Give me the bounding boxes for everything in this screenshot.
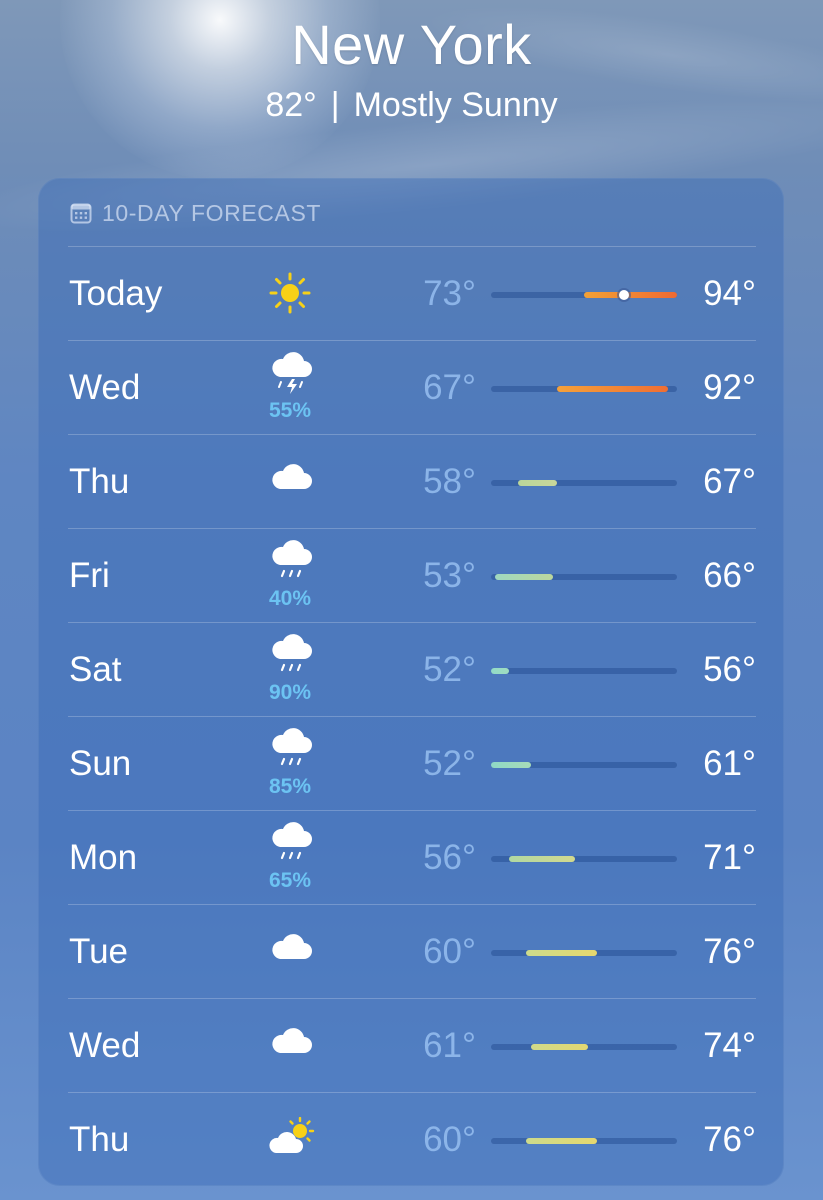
day-label: Mon — [69, 838, 138, 877]
precipitation-chance: 85% — [268, 775, 312, 798]
high-temperature: 76° — [703, 932, 756, 971]
low-temperature: 56° — [423, 838, 476, 877]
condition-icon-group — [260, 257, 320, 333]
precipitation-chance: 65% — [268, 869, 312, 892]
condition-icon-group — [260, 1009, 320, 1085]
day-label: Sat — [69, 650, 122, 689]
forecast-row[interactable]: Fri 40% 53° 66° — [38, 529, 784, 623]
forecast-row[interactable]: Today 73° 94° — [38, 247, 784, 341]
forecast-row[interactable]: Wed 61° 74° — [38, 999, 784, 1093]
condition-icon-group: 40% — [260, 539, 320, 615]
forecast-list: Today 73° 94° Wed 55% 67° 92° Thu 58° 67° Fri 40% 53… — [38, 247, 784, 1187]
current-conditions: 82° | Mostly Sunny — [0, 86, 823, 125]
low-temperature: 53° — [423, 556, 476, 595]
day-label: Thu — [69, 1120, 130, 1159]
temperature-range-fill — [526, 1138, 598, 1144]
forecast-row[interactable]: Sat 90% 52° 56° — [38, 623, 784, 717]
day-label: Wed — [69, 368, 141, 407]
high-temperature: 67° — [703, 462, 756, 501]
temperature-range-fill — [508, 856, 576, 862]
day-label: Fri — [69, 556, 110, 595]
condition-icon-group: 65% — [260, 821, 320, 897]
temperature-range-bar — [491, 386, 677, 392]
condition-icon-group — [260, 1103, 320, 1179]
current-temperature-marker — [618, 290, 629, 300]
temperature-range-bar — [491, 950, 677, 956]
low-temperature: 73° — [423, 274, 476, 313]
day-label: Today — [69, 274, 163, 313]
temperature-range-bar — [491, 668, 677, 674]
precipitation-chance: 55% — [268, 399, 312, 422]
temperature-range-bar — [491, 574, 677, 580]
high-temperature: 74° — [703, 1026, 756, 1065]
condition-icon-group — [260, 445, 320, 521]
temperature-range-fill — [491, 668, 509, 674]
temperature-range-fill — [526, 950, 598, 956]
condition-icon-group: 55% — [260, 351, 320, 427]
temperature-range-fill — [517, 480, 558, 486]
city-name: New York — [291, 13, 532, 76]
condition-text: Mostly Sunny — [353, 86, 558, 124]
forecast-row[interactable]: Mon 65% 56° 71° — [38, 811, 784, 905]
condition-icon-group: 90% — [260, 633, 320, 709]
forecast-row[interactable]: Tue 60° 76° — [38, 905, 784, 999]
high-temperature: 61° — [703, 744, 756, 783]
forecast-row[interactable]: Thu 60° 76° — [38, 1093, 784, 1187]
temperature-range-fill — [530, 1044, 589, 1050]
day-label: Sun — [69, 744, 132, 783]
high-temperature: 94° — [703, 274, 756, 313]
forecast-header: 10-DAY FORECAST — [70, 200, 321, 226]
low-temperature: 67° — [423, 368, 476, 407]
temperature-range-fill — [491, 762, 531, 768]
low-temperature: 61° — [423, 1026, 476, 1065]
calendar-icon — [70, 203, 92, 224]
precipitation-chance: 90% — [268, 681, 312, 704]
low-temperature: 52° — [423, 650, 476, 689]
high-temperature: 92° — [703, 368, 756, 407]
temperature-range-fill — [557, 386, 669, 392]
current-temperature: 82° — [265, 86, 317, 124]
precipitation-chance: 40% — [268, 587, 312, 610]
condition-icon-group — [260, 915, 320, 991]
high-temperature: 66° — [703, 556, 756, 595]
day-label: Wed — [69, 1026, 141, 1065]
temperature-range-bar — [491, 290, 677, 300]
high-temperature: 56° — [703, 650, 756, 689]
low-temperature: 60° — [423, 1120, 476, 1159]
temperature-range-fill — [495, 574, 553, 580]
forecast-row[interactable]: Wed 55% 67° 92° — [38, 341, 784, 435]
low-temperature: 60° — [423, 932, 476, 971]
condition-icon-group: 85% — [260, 727, 320, 803]
temperature-range-bar — [491, 762, 677, 768]
low-temperature: 52° — [423, 744, 476, 783]
temperature-range-bar — [491, 1044, 677, 1050]
ten-day-forecast-card[interactable]: 10-DAY FORECAST Today 73° 94° Wed 55% 67° 92° T… — [38, 178, 784, 1186]
day-label: Thu — [69, 462, 130, 501]
day-label: Tue — [69, 932, 129, 971]
forecast-row[interactable]: Sun 85% 52° 61° — [38, 717, 784, 811]
high-temperature: 76° — [703, 1120, 756, 1159]
low-temperature: 58° — [423, 462, 476, 501]
separator: | — [330, 86, 340, 124]
temperature-range-bar — [491, 1138, 677, 1144]
forecast-row[interactable]: Thu 58° 67° — [38, 435, 784, 529]
forecast-title: 10-DAY FORECAST — [102, 199, 322, 226]
temperature-range-bar — [491, 856, 677, 862]
high-temperature: 71° — [703, 838, 756, 877]
temperature-range-bar — [491, 480, 677, 486]
temperature-range-fill — [584, 292, 677, 298]
